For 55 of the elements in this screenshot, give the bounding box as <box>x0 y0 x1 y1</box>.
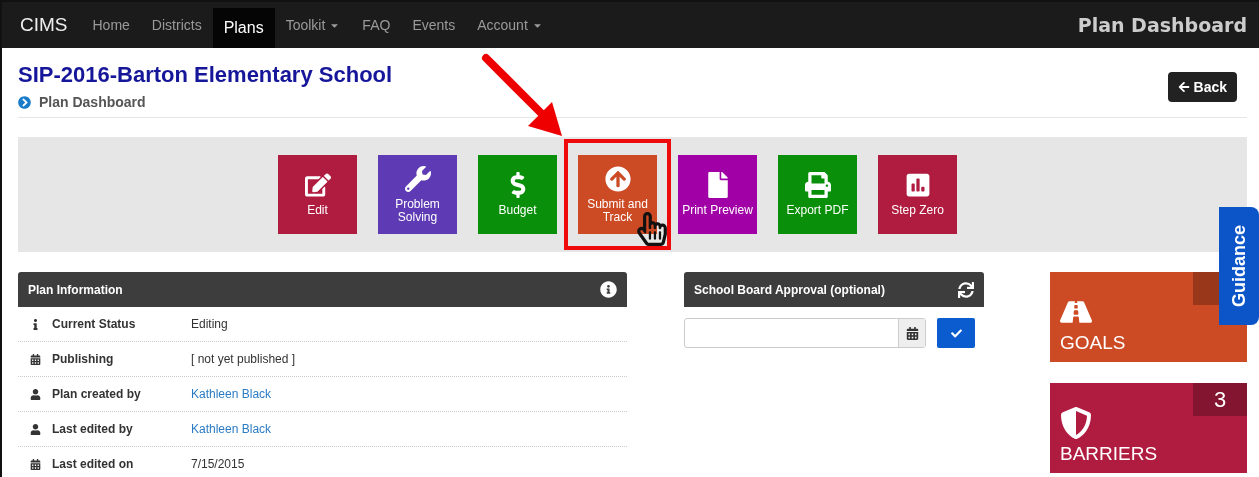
nav-item[interactable]: Events <box>401 2 467 48</box>
page-title: Plan Dashboard <box>1077 13 1248 38</box>
row-label: Last edited on <box>51 457 135 471</box>
row-value: [ not yet published ] <box>191 352 296 366</box>
nav-item[interactable]: FAQ <box>351 2 402 48</box>
bar-chart-icon <box>904 172 931 199</box>
confirm-button[interactable] <box>937 318 975 348</box>
shield-icon <box>1060 407 1092 439</box>
summary-tile[interactable]: BARRIERS 3 <box>1050 383 1247 473</box>
edit-icon <box>304 172 331 199</box>
tile-label: GOALS <box>1060 332 1127 354</box>
back-button[interactable]: Back <box>1167 72 1237 102</box>
guidance-tab[interactable]: Guidance <box>1219 207 1259 325</box>
printer-icon <box>804 172 831 199</box>
calendar-icon[interactable] <box>905 326 919 340</box>
nav-item[interactable]: Districts <box>140 2 213 48</box>
panel-title: Plan Information <box>28 282 123 297</box>
action-tile[interactable]: Edit <box>278 155 357 234</box>
row-label: Plan created by <box>51 387 142 401</box>
nav-item[interactable]: Home <box>81 2 141 48</box>
row-value: Editing <box>191 317 228 331</box>
calendar-icon <box>29 458 41 470</box>
plan-title: SIP-2016-Barton Elementary School <box>18 62 393 88</box>
row-value: 7/15/2015 <box>191 457 245 471</box>
info-icon[interactable] <box>600 281 617 298</box>
date-field[interactable] <box>684 318 926 348</box>
nav-item[interactable]: Account <box>466 2 554 48</box>
nav-item[interactable]: Plans <box>212 8 275 48</box>
refresh-icon[interactable] <box>958 281 974 298</box>
count-badge: 3 <box>1193 383 1247 416</box>
action-tile[interactable]: Submit and Track <box>578 155 657 234</box>
row-label: Last edited by <box>51 422 134 436</box>
tile-label: BARRIERS <box>1060 443 1159 465</box>
user-link[interactable]: Kathleen Black <box>191 422 272 436</box>
action-tile[interactable]: Print Preview <box>678 155 757 234</box>
breadcrumb: Plan Dashboard <box>39 94 146 110</box>
action-tile[interactable]: Budget <box>478 155 557 234</box>
row-label: Publishing <box>51 352 115 366</box>
upload-icon <box>604 165 631 192</box>
user-icon <box>29 388 41 400</box>
action-tile[interactable]: Problem Solving <box>378 155 457 234</box>
check-icon <box>950 327 962 339</box>
action-tile[interactable]: Export PDF <box>778 155 857 234</box>
action-tile[interactable]: Step Zero <box>878 155 957 234</box>
row-label: Current Status <box>51 317 137 331</box>
nav-item[interactable]: Toolkit <box>274 2 352 48</box>
wrench-icon <box>404 165 431 192</box>
user-icon <box>29 423 41 435</box>
user-link[interactable]: Kathleen Black <box>191 387 272 401</box>
hand-cursor-icon <box>635 212 669 246</box>
brand-link[interactable]: CIMS <box>8 2 82 48</box>
panel-title: School Board Approval (optional) <box>694 282 885 297</box>
chevron-icon <box>18 95 31 109</box>
calendar-icon <box>29 353 41 365</box>
back-arrow-icon <box>1177 81 1190 93</box>
